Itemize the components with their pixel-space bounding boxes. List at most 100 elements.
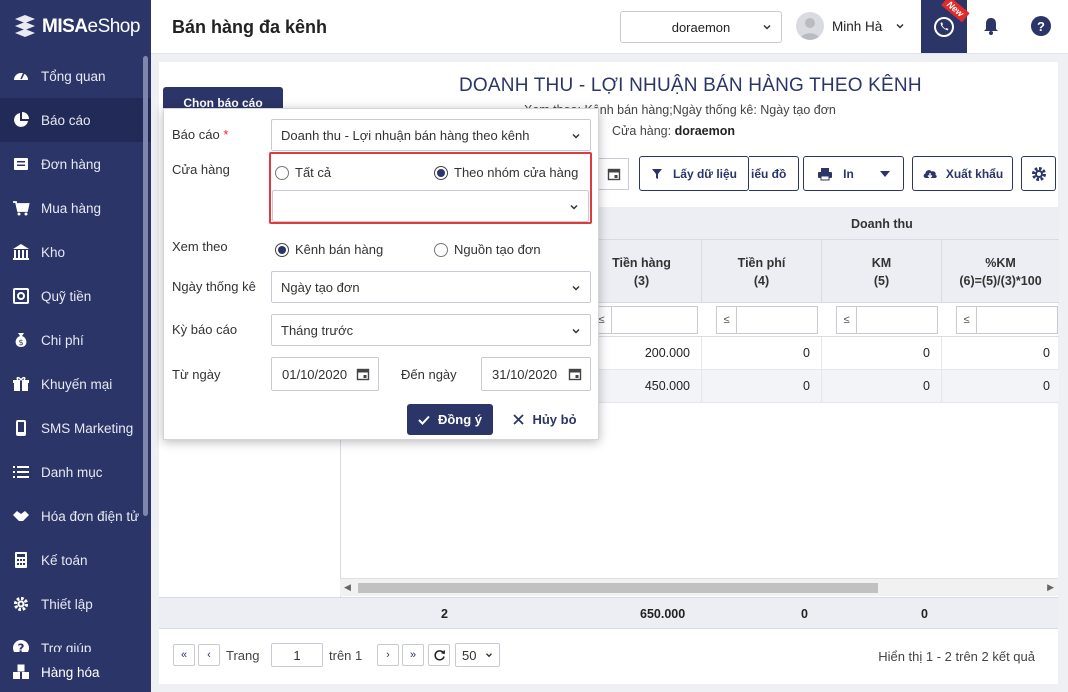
chevron-down-icon — [572, 328, 580, 334]
prev-page-button[interactable]: ‹ — [198, 644, 220, 666]
column-header[interactable]: %KM (6)=(5)/(3)*100 — [941, 240, 1059, 303]
last-page-button[interactable]: » — [402, 644, 424, 666]
table-cell: 0 — [923, 379, 930, 393]
sidebar-scrollbar[interactable] — [143, 56, 148, 516]
period-select[interactable]: Tháng trước — [271, 314, 591, 346]
stat-date-value: Ngày tạo đơn — [281, 279, 360, 295]
total-tien-hang: 650.000 — [640, 607, 686, 621]
sidebar-item-bao-cao[interactable]: Báo cáo — [0, 98, 151, 142]
sidebar-item-label: Danh mục — [41, 464, 103, 480]
sidebar-item-danh-muc[interactable]: Danh mục — [0, 450, 151, 494]
chart-button[interactable]: iểu đồ — [749, 156, 799, 191]
calculator-icon — [15, 552, 27, 568]
first-page-button[interactable]: « — [173, 644, 195, 666]
chart-label: iểu đồ — [751, 166, 787, 181]
column-header[interactable]: KM (5) — [821, 240, 941, 303]
handshake-icon — [13, 511, 29, 521]
sidebar-item-label: Hàng hóa — [41, 664, 100, 680]
settings-button[interactable] — [1021, 156, 1056, 191]
calendar-icon[interactable] — [568, 367, 582, 381]
scrollbar-thumb[interactable] — [358, 583, 878, 593]
required-mark: * — [223, 127, 229, 142]
chevron-down-icon — [572, 285, 580, 291]
hotline-button[interactable]: New — [921, 0, 970, 53]
column-filter[interactable]: ≤ — [591, 306, 698, 334]
sidebar-item-hang-hoa[interactable]: Hàng hóa — [0, 652, 151, 692]
print-label: In — [843, 166, 854, 181]
printer-icon — [818, 167, 833, 180]
column-header-formula: (4) — [753, 273, 770, 288]
column-filter[interactable]: ≤ — [716, 306, 818, 334]
safe-icon — [13, 288, 29, 304]
grid-totals-row: 2 650.000 0 0 — [159, 597, 1058, 629]
sidebar-item-label: Đơn hàng — [41, 156, 101, 172]
sidebar-item-chi-phi[interactable]: $ Chi phí — [0, 318, 151, 362]
bell-icon[interactable] — [981, 16, 1001, 36]
table-cell: 0 — [1043, 379, 1050, 393]
sidebar-item-label: Chi phí — [41, 332, 84, 348]
sidebar-item-mua-hang[interactable]: Mua hàng — [0, 186, 151, 230]
sidebar-item-hoa-don-dien-tu[interactable]: Hóa đơn điện tử — [0, 494, 151, 538]
gear-icon — [1031, 166, 1046, 181]
sidebar-item-label: Báo cáo — [41, 112, 91, 128]
view-radio-channel[interactable]: Kênh bán hàng — [275, 242, 383, 257]
chevron-down-icon — [763, 24, 771, 30]
total-count: 2 — [441, 607, 448, 621]
sidebar-item-label: Tổng quan — [41, 68, 106, 84]
user-menu[interactable]: Minh Hà — [796, 12, 906, 40]
page-size-value: 50 — [462, 647, 477, 663]
column-filter[interactable]: ≤ — [956, 306, 1058, 334]
sidebar-item-quy-tien[interactable]: Quỹ tiền — [0, 274, 151, 318]
view-radio-source[interactable]: Nguồn tạo đơn — [434, 242, 541, 257]
stat-date-select[interactable]: Ngày tạo đơn — [271, 271, 591, 303]
calendar-icon[interactable] — [356, 367, 370, 381]
report-store-value: doraemon — [674, 124, 736, 138]
period-value: Tháng trước — [281, 322, 354, 338]
to-date-input[interactable]: 31/10/2020 — [481, 357, 591, 391]
report-select[interactable]: Doanh thu - Lợi nhuận bán hàng theo kênh — [271, 119, 591, 151]
horizontal-scrollbar[interactable]: ◀ ▶ — [340, 578, 1058, 596]
filter-operator[interactable]: ≤ — [957, 307, 977, 333]
fetch-data-button[interactable]: Lấy dữ liệu — [639, 156, 749, 191]
page-size-select[interactable]: 50 — [455, 643, 500, 667]
from-date-label: Từ ngày — [172, 367, 221, 382]
scroll-left-icon[interactable]: ◀ — [344, 582, 351, 593]
export-button[interactable]: Xuất khẩu — [912, 156, 1013, 191]
sidebar-item-sms-marketing[interactable]: SMS Marketing — [0, 406, 151, 450]
radio-checked-icon — [275, 242, 289, 257]
next-page-button[interactable]: › — [377, 644, 399, 666]
print-button[interactable]: In — [803, 156, 904, 191]
filter-operator[interactable]: ≤ — [717, 307, 737, 333]
dashboard-icon — [14, 72, 28, 80]
column-header[interactable]: Tiền hàng (3) — [581, 240, 701, 303]
filter-operator[interactable]: ≤ — [837, 307, 857, 333]
cancel-label: Hủy bỏ — [532, 412, 577, 427]
cancel-button[interactable]: Hủy bỏ — [510, 404, 580, 435]
date-picker-button[interactable] — [599, 158, 629, 190]
store-select[interactable]: doraemon — [620, 11, 782, 43]
help-icon[interactable]: ? — [1031, 16, 1051, 36]
refresh-button[interactable] — [428, 644, 450, 666]
boxes-icon — [13, 664, 29, 679]
close-icon — [513, 414, 525, 425]
column-header[interactable]: Tiền phí (4) — [701, 240, 821, 303]
app-logo[interactable]: MISA eShop — [0, 0, 151, 54]
sidebar-item-kho[interactable]: Kho — [0, 230, 151, 274]
column-header-title: KM — [871, 255, 892, 270]
agree-button[interactable]: Đồng ý — [407, 404, 493, 435]
total-km: 0 — [921, 607, 928, 621]
page-input[interactable]: 1 — [271, 643, 323, 667]
radio-label: Kênh bán hàng — [295, 242, 384, 257]
sidebar-item-thiet-lap[interactable]: Thiết lập — [0, 582, 151, 626]
sidebar-item-don-hang[interactable]: Đơn hàng — [0, 142, 151, 186]
whatsapp-phone-icon — [934, 16, 954, 37]
sidebar-item-ke-toan[interactable]: Kế toán — [0, 538, 151, 582]
from-date-input[interactable]: 01/10/2020 — [271, 357, 379, 391]
check-icon — [418, 415, 430, 425]
column-header-formula: (3) — [633, 273, 650, 288]
sidebar-item-khuyen-mai[interactable]: Khuyến mại — [0, 362, 151, 406]
column-filter[interactable]: ≤ — [836, 306, 938, 334]
scroll-right-icon[interactable]: ▶ — [1047, 582, 1054, 593]
pie-chart-icon — [14, 112, 29, 127]
sidebar-item-tong-quan[interactable]: Tổng quan — [0, 54, 151, 98]
